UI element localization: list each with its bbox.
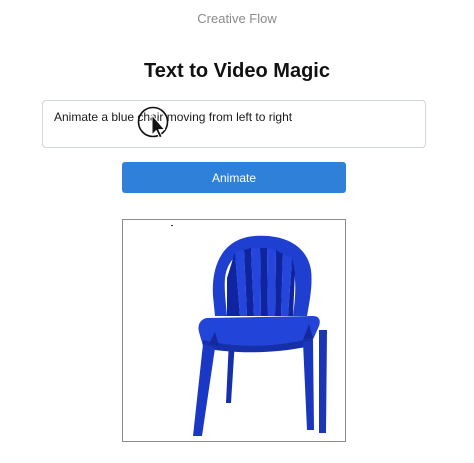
prompt-text: Animate a blue chair moving from left to… — [54, 110, 293, 124]
blue-chair-image — [171, 225, 327, 436]
animate-button[interactable]: Animate — [122, 162, 346, 193]
video-preview — [122, 219, 346, 442]
prompt-input[interactable]: Animate a blue chair moving from left to… — [42, 100, 426, 148]
mouse-cursor-icon — [137, 106, 169, 139]
app-name: Creative Flow — [197, 11, 277, 26]
page-title: Text to Video Magic — [144, 60, 330, 82]
